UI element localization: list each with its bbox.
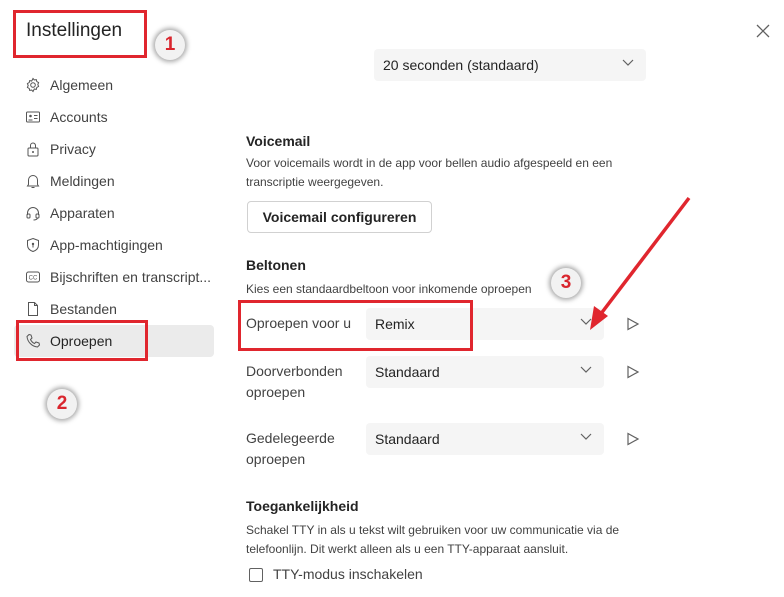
accessibility-description: Schakel TTY in als u tekst wilt gebruike…	[246, 523, 620, 556]
tty-checkbox[interactable]	[249, 567, 263, 582]
annotation-arrow	[590, 196, 691, 330]
tty-checkbox-label: TTY-modus inschakelen	[273, 566, 423, 582]
tty-checkbox-row[interactable]: TTY-modus inschakelen	[249, 564, 423, 585]
accessibility-heading: Toegankelijkheid	[246, 498, 359, 514]
